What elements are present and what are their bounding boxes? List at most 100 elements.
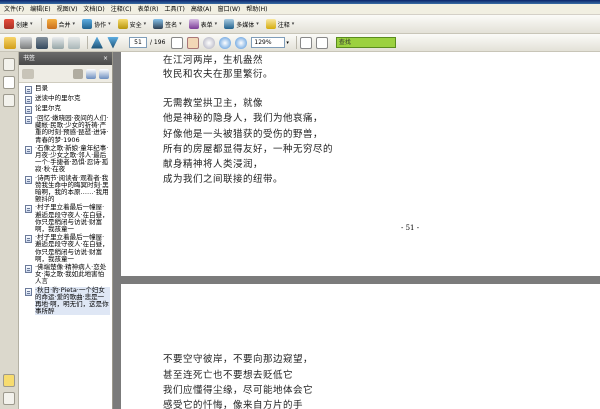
zoom-in-icon[interactable] bbox=[235, 36, 248, 49]
bookmark-label: ·秋日·豹·Pieta·一个妇女的命运·爱的歌曲·悲是一再地·啊，明无们，这是你… bbox=[35, 285, 110, 316]
multimedia-button[interactable]: 多媒体 ▾ bbox=[222, 17, 261, 32]
options-icon[interactable] bbox=[22, 68, 34, 79]
bookmark-item-selected[interactable]: ·秋日·豹·Pieta·一个妇女的命运·爱的歌曲·悲是一再地·啊，明无们，这是你… bbox=[25, 285, 110, 316]
poem-line: 他是神秘的隐身人，我们为他哀痛， bbox=[163, 113, 324, 124]
page-number-footer: - 51 - bbox=[401, 224, 420, 232]
forms-button[interactable]: 表单 ▾ bbox=[187, 17, 220, 32]
new-bookmark-icon[interactable] bbox=[86, 68, 96, 79]
comments-panel-icon[interactable] bbox=[3, 374, 15, 387]
toolbar-divider bbox=[40, 17, 42, 31]
combine-button[interactable]: 合并 ▾ bbox=[45, 17, 78, 32]
email-icon[interactable] bbox=[52, 36, 64, 49]
poem-line: 牧民和农夫在那里繁衍。 bbox=[163, 69, 274, 80]
signatures-panel-icon[interactable] bbox=[3, 94, 15, 107]
poem-line: 好像他是一头被猎获的受伤的野兽， bbox=[163, 129, 324, 140]
delete-icon[interactable] bbox=[73, 68, 83, 79]
pdf-page-51: 在江河两岸，生机盎然 牧民和农夫在那里繁衍。 无需教堂拱卫主，就像 他是神秘的隐… bbox=[121, 52, 600, 276]
bookmark-label: 送读中的里尔克 bbox=[35, 94, 81, 102]
bookmark-label: 目录 bbox=[35, 84, 48, 92]
sign-button[interactable]: 签名 ▾ bbox=[151, 17, 184, 32]
search-icon[interactable] bbox=[68, 36, 80, 49]
attachments-panel-icon[interactable] bbox=[3, 392, 15, 405]
menu-file[interactable]: 文件(F) bbox=[1, 4, 27, 15]
page-number-input[interactable]: 51 bbox=[129, 37, 147, 48]
create-label: 创建 bbox=[16, 21, 29, 29]
zoom-out-icon[interactable] bbox=[219, 36, 232, 49]
bookmark-label: ·佛端楚像·精神病人·恋处女·海之歌·我如此地害怕人言 bbox=[35, 263, 107, 286]
bookmark-page-icon bbox=[25, 96, 32, 104]
menu-comments[interactable]: 注释(C) bbox=[108, 4, 135, 15]
bookmark-item[interactable]: ·回忆·嫩晓园·夜间的人们·藏帐·民歌·少女的祈祷·严重的时刻·预感·琵琶·进诗… bbox=[25, 114, 110, 144]
bookmarks-title: 书签 bbox=[23, 55, 36, 62]
bookmark-item[interactable]: 目录 bbox=[25, 84, 110, 94]
menu-help[interactable]: 帮助(H) bbox=[243, 4, 270, 15]
menu-tools[interactable]: 工具(T) bbox=[161, 4, 187, 15]
next-page-icon[interactable] bbox=[107, 36, 119, 49]
collaborate-button[interactable]: 协作 ▾ bbox=[80, 17, 113, 32]
chevron-down-icon: ▾ bbox=[143, 21, 147, 27]
poem-line: 我们应懂得尘缘，尽可能地体会它 bbox=[163, 385, 314, 396]
bookmark-label: 论里尔克 bbox=[35, 104, 61, 112]
comment-icon bbox=[265, 19, 276, 29]
previous-page-icon[interactable] bbox=[91, 36, 103, 49]
menu-document[interactable]: 文档(D) bbox=[80, 4, 107, 15]
navigation-pane-strip bbox=[0, 52, 19, 409]
secure-button[interactable]: 安全 ▾ bbox=[116, 17, 149, 32]
bookmark-item[interactable]: ·村子里立着最后一幢屋·邂逅是段守夜人·在白昼，你只是稍闭与访说·财富啊，我孩童… bbox=[25, 234, 110, 263]
select-cursor-icon[interactable] bbox=[171, 36, 184, 49]
combine-label: 合并 bbox=[58, 21, 71, 29]
chevron-down-icon[interactable]: ▾ bbox=[286, 40, 289, 46]
page-total: / 196 bbox=[150, 39, 166, 46]
open-folder-icon[interactable] bbox=[4, 36, 16, 49]
bookmark-label: ·诗两节·阅读者·观看者·我赞我生命中的晦冥时刻·黑暗啊，我的本原……·我用颤抖… bbox=[35, 173, 109, 204]
chevron-down-icon: ▾ bbox=[72, 21, 76, 27]
menu-advanced[interactable]: 高级(A) bbox=[188, 4, 215, 15]
create-button[interactable]: 创建 ▾ bbox=[2, 17, 35, 32]
expand-bookmark-icon[interactable] bbox=[99, 68, 109, 79]
multimedia-label: 多媒体 bbox=[236, 21, 255, 29]
bookmark-page-icon bbox=[25, 205, 32, 214]
bookmarks-toolbar bbox=[19, 65, 112, 83]
print-icon[interactable] bbox=[20, 36, 32, 49]
document-viewer[interactable]: 在江河两岸，生机盎然 牧民和农夫在那里繁衍。 无需教堂拱卫主，就像 他是神秘的隐… bbox=[113, 52, 600, 409]
create-pdf-icon bbox=[4, 19, 14, 29]
bookmark-page-icon bbox=[25, 86, 32, 94]
menu-edit[interactable]: 编辑(E) bbox=[27, 4, 53, 15]
chevron-down-icon: ▾ bbox=[256, 21, 259, 27]
bookmark-item[interactable]: ·石像之歌·新娘·童年纪事·月夜·少女之歌·邻人·最后一个·手捷者·恐惧·忍诗·… bbox=[25, 143, 110, 174]
bookmark-page-icon bbox=[25, 106, 32, 114]
bookmark-page-icon bbox=[25, 235, 32, 244]
find-input[interactable]: 查找 bbox=[335, 37, 396, 48]
menu-window[interactable]: 窗口(W) bbox=[215, 4, 244, 15]
zoom-tool-icon[interactable] bbox=[203, 36, 216, 49]
bookmark-item[interactable]: 论里尔克 bbox=[25, 104, 110, 114]
poem-line: 所有的房屋都显得友好，一种无穷尽的 bbox=[163, 144, 334, 155]
poem-line: 感受它的忏悔，像来自方片的手 bbox=[163, 400, 304, 409]
fit-page-icon[interactable] bbox=[299, 36, 312, 49]
bookmark-page-icon bbox=[25, 287, 32, 296]
task-toolbar: 创建 ▾ 合并 ▾ 协作 ▾ 安全 ▾ 签名 ▾ 表单 ▾ 多媒体 ▾ 注释 ▾ bbox=[0, 15, 600, 34]
bookmark-panel-icon[interactable] bbox=[3, 76, 15, 89]
menu-forms[interactable]: 表单(R) bbox=[135, 4, 162, 15]
menu-view[interactable]: 视图(V) bbox=[54, 4, 81, 15]
zoom-level-input[interactable]: 129% bbox=[251, 37, 286, 48]
pages-panel-icon[interactable] bbox=[3, 58, 15, 71]
navigation-toolbar: 51 / 196 129% ▾ 查找 bbox=[0, 34, 600, 52]
bookmark-item[interactable]: ·佛端楚像·精神病人·恋处女·海之歌·我如此地害怕人言 bbox=[25, 264, 110, 286]
close-icon[interactable]: × bbox=[103, 52, 108, 65]
poem-line: 不要空守彼岸，不要向那边窥望， bbox=[163, 354, 314, 365]
bookmark-label: ·村子里立着最后一幢屋·邂逅是段守夜人·在白昼，你只是稍闭与访说·财富啊，我孩童… bbox=[35, 233, 109, 263]
pdf-page-52: 不要空守彼岸，不要向那边窥望， 甚至连死亡也不要想去贬低它 我们应懂得尘缘，尽可… bbox=[121, 284, 600, 409]
bookmark-item[interactable]: ·诗两节·阅读者·观看者·我赞我生命中的晦冥时刻·黑暗啊，我的本原……·我用颤抖… bbox=[25, 173, 110, 204]
comment-label: 注释 bbox=[277, 21, 290, 29]
bookmark-label: ·回忆·嫩晓园·夜间的人们·藏帐·民歌·少女的祈祷·严重的时刻·预感·琵琶·进诗… bbox=[35, 114, 109, 144]
bookmark-item[interactable]: ·村子里立着最后一幢屋·邂逅是段守夜人·在白昼，你只是稍闭与访说·财富啊，我孩童… bbox=[25, 204, 110, 233]
bookmark-item[interactable]: 送读中的里尔克 bbox=[25, 94, 110, 104]
save-icon[interactable] bbox=[36, 36, 48, 49]
menu-bar: 文件(F) 编辑(E) 视图(V) 文档(D) 注释(C) 表单(R) 工具(T… bbox=[0, 4, 600, 15]
collaborate-label: 协作 bbox=[94, 21, 107, 29]
comment-button[interactable]: 注释 ▾ bbox=[264, 17, 297, 32]
hand-tool-icon[interactable] bbox=[187, 36, 200, 49]
fit-width-icon[interactable] bbox=[315, 36, 328, 49]
bookmark-label: ·石像之歌·新娘·童年纪事·月夜·少女之歌·邻人·最后一个·手捷者·恐惧·忍诗·… bbox=[35, 143, 109, 174]
